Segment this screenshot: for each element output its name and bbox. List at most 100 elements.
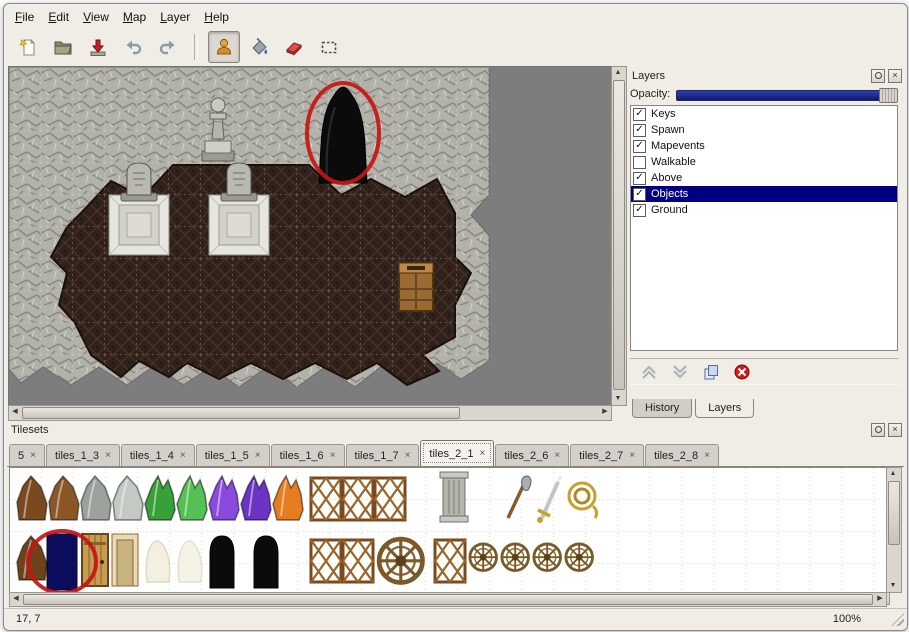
- close-tab-icon[interactable]: ×: [405, 451, 411, 461]
- tileset-tab-tiles-1-5[interactable]: tiles_1_5×: [196, 444, 270, 466]
- scroll-up-icon[interactable]: ▲: [887, 468, 899, 480]
- scroll-down-icon[interactable]: ▼: [612, 393, 624, 405]
- stamp-tool-button[interactable]: [208, 31, 240, 63]
- tile-dark-archway[interactable]: [210, 536, 234, 588]
- tileset-tab-tiles-2-7[interactable]: tiles_2_7×: [570, 444, 644, 466]
- map-vscroll-thumb[interactable]: [613, 80, 625, 390]
- tab-layers[interactable]: Layers: [695, 399, 754, 418]
- layer-visibility-checkbox[interactable]: ✓: [633, 124, 646, 137]
- menu-map[interactable]: Map: [116, 7, 153, 27]
- menu-help[interactable]: Help: [197, 7, 236, 27]
- layer-name: Objects: [651, 188, 688, 200]
- scroll-right-icon[interactable]: ▶: [599, 406, 611, 418]
- layer-visibility-checkbox[interactable]: ✓: [633, 108, 646, 121]
- layer-row-keys[interactable]: ✓ Keys: [631, 106, 897, 122]
- close-tab-icon[interactable]: ×: [30, 451, 36, 461]
- tileset-tab-tiles-1-3[interactable]: tiles_1_3×: [46, 444, 120, 466]
- layer-name: Spawn: [651, 124, 685, 136]
- float-panel-icon[interactable]: [871, 423, 885, 437]
- tileset-horizontal-scrollbar[interactable]: ◀ ▶: [9, 592, 887, 607]
- scroll-down-icon[interactable]: ▼: [887, 580, 899, 592]
- tileset-canvas[interactable]: [9, 467, 887, 593]
- tileset-tab-5[interactable]: 5×: [9, 444, 45, 466]
- tileset-tab-tiles-2-1[interactable]: tiles_2_1×: [420, 440, 494, 466]
- open-map-button[interactable]: [47, 31, 79, 63]
- layer-visibility-checkbox[interactable]: ✓: [633, 140, 646, 153]
- redo-icon: [158, 37, 178, 57]
- map-horizontal-scrollbar[interactable]: ◀ ▶: [8, 405, 612, 421]
- paint-fill-icon: [249, 37, 269, 57]
- tile-dark-archway[interactable]: [254, 536, 278, 588]
- menu-file[interactable]: File: [8, 7, 41, 27]
- select-tool-button[interactable]: [313, 31, 345, 63]
- save-map-button[interactable]: [82, 31, 114, 63]
- eraser-tool-button[interactable]: [278, 31, 310, 63]
- close-tab-icon[interactable]: ×: [105, 451, 111, 461]
- tile-wagon-wheel[interactable]: [502, 544, 529, 571]
- layer-row-mapevents[interactable]: ✓ Mapevents: [631, 138, 897, 154]
- layers-panel: Layers × Opacity: ✓ Keys ✓ Spawn ✓ Mapev…: [628, 68, 902, 420]
- close-tab-icon[interactable]: ×: [180, 451, 186, 461]
- layer-row-objects[interactable]: ✓ Objects: [631, 186, 897, 202]
- map-canvas[interactable]: [8, 66, 612, 406]
- close-tab-icon[interactable]: ×: [554, 451, 560, 461]
- tileset-tab-tiles-2-8[interactable]: tiles_2_8×: [645, 444, 719, 466]
- menu-layer[interactable]: Layer: [153, 7, 197, 27]
- map-hscroll-thumb[interactable]: [22, 407, 460, 419]
- layer-visibility-checkbox[interactable]: ✓: [633, 172, 646, 185]
- tileset-tab-tiles-1-4[interactable]: tiles_1_4×: [121, 444, 195, 466]
- close-tab-icon[interactable]: ×: [255, 451, 261, 461]
- close-panel-icon[interactable]: ×: [888, 69, 902, 83]
- close-panel-icon[interactable]: ×: [888, 423, 902, 437]
- duplicate-layer-button copy-pages-icon[interactable]: [702, 363, 720, 381]
- tile-wagon-wheel[interactable]: [470, 544, 497, 571]
- close-tab-icon[interactable]: ×: [330, 451, 336, 461]
- close-tab-icon[interactable]: ×: [704, 451, 710, 461]
- tile-stone-pillar[interactable]: [440, 472, 468, 522]
- tileset-tab-tiles-1-7[interactable]: tiles_1_7×: [346, 444, 420, 466]
- scroll-up-icon[interactable]: ▲: [612, 67, 624, 79]
- fill-tool-button[interactable]: [243, 31, 275, 63]
- tile-wagon-wheel-large[interactable]: [379, 539, 422, 582]
- map-vertical-scrollbar[interactable]: ▲ ▼: [611, 66, 627, 406]
- new-map-button[interactable]: [12, 31, 44, 63]
- tileset-vscroll-thumb[interactable]: [888, 481, 900, 545]
- layer-visibility-checkbox[interactable]: [633, 156, 646, 169]
- undo-button[interactable]: [117, 31, 149, 63]
- layer-buttons-row: [630, 358, 898, 385]
- scroll-left-icon[interactable]: ◀: [10, 593, 22, 605]
- tileset-tab-tiles-1-6[interactable]: tiles_1_6×: [271, 444, 345, 466]
- layer-name: Above: [651, 172, 682, 184]
- tile-wagon-wheel[interactable]: [566, 544, 593, 571]
- tileset-vertical-scrollbar[interactable]: ▲ ▼: [886, 467, 902, 593]
- eraser-icon: [284, 37, 304, 57]
- selected-tile[interactable]: [47, 534, 77, 590]
- menu-edit[interactable]: Edit: [41, 7, 76, 27]
- opacity-slider-track[interactable]: [676, 90, 896, 101]
- save-download-icon: [88, 37, 108, 57]
- layer-visibility-checkbox[interactable]: ✓: [633, 188, 646, 201]
- opacity-slider[interactable]: [676, 88, 898, 101]
- tileset-hscroll-thumb[interactable]: [23, 594, 873, 605]
- scroll-right-icon[interactable]: ▶: [874, 593, 886, 605]
- tab-history[interactable]: History: [632, 399, 692, 418]
- scroll-left-icon[interactable]: ◀: [9, 406, 21, 418]
- close-tab-icon[interactable]: ×: [629, 451, 635, 461]
- close-tab-icon[interactable]: ×: [479, 449, 485, 459]
- tile-wagon-wheel[interactable]: [534, 544, 561, 571]
- opacity-slider-handle[interactable]: [879, 88, 898, 103]
- delete-layer-button red-cancel-icon[interactable]: [733, 363, 751, 381]
- move-layer-down-button chevron-down-icon[interactable]: [671, 363, 689, 381]
- tileset-tab-tiles-2-6[interactable]: tiles_2_6×: [495, 444, 569, 466]
- redo-button[interactable]: [152, 31, 184, 63]
- layer-row-spawn[interactable]: ✓ Spawn: [631, 122, 897, 138]
- layer-row-above[interactable]: ✓ Above: [631, 170, 897, 186]
- menu-view[interactable]: View: [76, 7, 116, 27]
- statusbar: 17, 7 100%: [4, 608, 907, 629]
- move-layer-up-button chevron-up-icon[interactable]: [640, 363, 658, 381]
- layer-row-walkable[interactable]: Walkable: [631, 154, 897, 170]
- layer-row-ground[interactable]: ✓ Ground: [631, 202, 897, 218]
- float-panel-icon[interactable]: [871, 69, 885, 83]
- tile-door-frame[interactable]: [112, 534, 138, 586]
- layer-visibility-checkbox[interactable]: ✓: [633, 204, 646, 217]
